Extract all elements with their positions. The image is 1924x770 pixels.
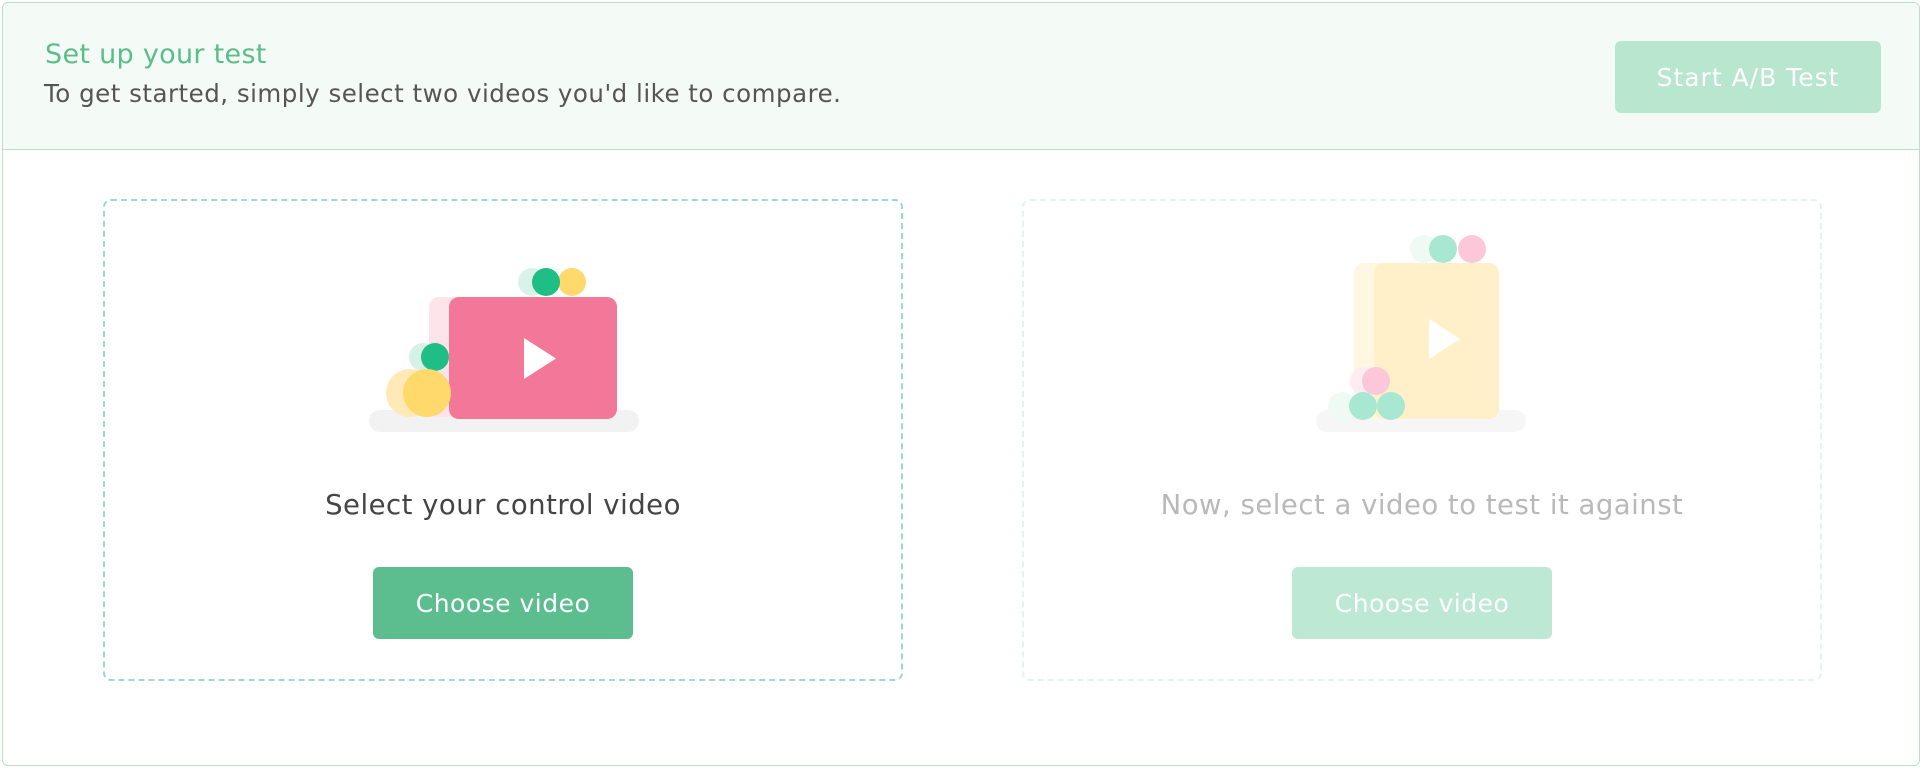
choose-variant-video-button[interactable]: Choose video <box>1292 567 1552 639</box>
pink-video-player-icon <box>369 268 639 432</box>
setup-title: Set up your test <box>45 39 267 70</box>
start-ab-test-button[interactable]: Start A/B Test <box>1615 41 1881 113</box>
yellow-video-player-icon <box>1316 235 1526 432</box>
control-video-label: Select your control video <box>325 489 681 521</box>
variant-video-card: Now, select a video to test it against C… <box>1022 199 1822 681</box>
setup-subtitle: To get started, simply select two videos… <box>44 79 842 108</box>
control-video-card[interactable]: Select your control video Choose video <box>103 199 903 681</box>
setup-header: Set up your test To get started, simply … <box>3 3 1919 150</box>
variant-video-label: Now, select a video to test it against <box>1160 489 1684 521</box>
ab-test-setup-panel: Set up your test To get started, simply … <box>2 2 1920 766</box>
choose-control-video-button[interactable]: Choose video <box>373 567 633 639</box>
